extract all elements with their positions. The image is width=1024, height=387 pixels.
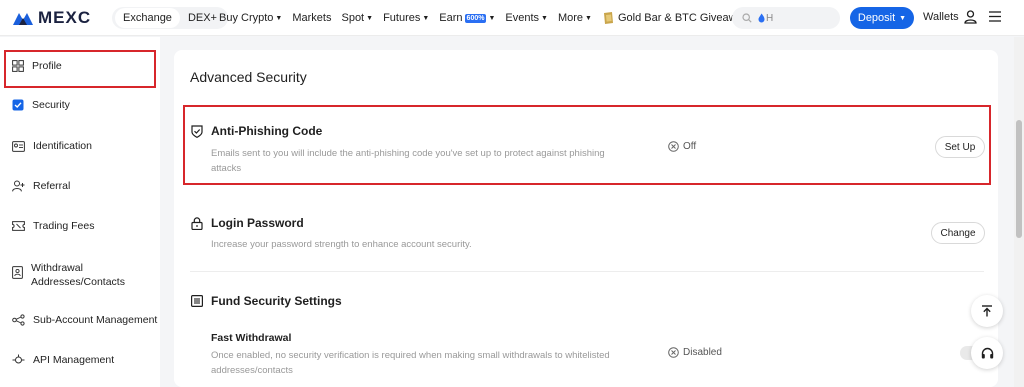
nav-label: More (557, 12, 584, 24)
nav-earn[interactable]: Earn 600% ▼ (439, 12, 495, 24)
caret-down-icon: ▼ (541, 14, 548, 22)
earn-badge: 600% (464, 13, 487, 23)
gold-bar-icon (603, 12, 613, 24)
change-password-button[interactable]: Change (931, 222, 985, 244)
market-segment-switch: Exchange DEX+ (112, 7, 228, 29)
nav-spot[interactable]: Spot ▼ (341, 12, 373, 24)
sidebar-item-label: API Management (33, 354, 115, 366)
back-to-top-button[interactable] (971, 295, 1003, 327)
anti-phishing-title: Anti-Phishing Code (191, 124, 322, 138)
segment-exchange[interactable]: Exchange (115, 8, 180, 28)
main-nav: Buy Crypto ▼ Markets Spot ▼ Futures ▼ Earn 6… (219, 11, 758, 25)
add-user-icon (12, 180, 25, 192)
address-book-icon (12, 266, 23, 279)
sidebar-item-trading-fees[interactable]: Trading Fees (12, 220, 94, 232)
nav-promo[interactable]: Gold Bar & BTC Giveaway (602, 11, 748, 25)
label-line-2: Addresses/Contacts (31, 276, 125, 288)
wallets-link[interactable]: Wallets (923, 11, 959, 23)
active-item-highlight (4, 50, 156, 88)
caret-down-icon: ▼ (899, 14, 907, 22)
fast-withdrawal-description: Once enabled, no security verification i… (211, 348, 631, 378)
close-circle-icon (668, 347, 679, 358)
section-title-text: Login Password (211, 216, 304, 230)
sub-account-icon (12, 314, 25, 326)
sidebar-item-label: Identification (33, 140, 92, 152)
nav-label: Events (505, 12, 540, 24)
section-title-text: Fund Security Settings (211, 294, 342, 308)
account-sidebar (0, 37, 160, 387)
arrow-up-icon (982, 305, 992, 317)
promo-label: Gold Bar & BTC Giveaway (617, 12, 749, 24)
search-icon (742, 13, 752, 23)
headset-icon (981, 347, 993, 358)
section-divider (190, 271, 984, 272)
deposit-label: Deposit (857, 12, 896, 24)
desc-line-2: addresses/contacts (211, 365, 293, 376)
flame-icon (758, 13, 765, 23)
ticket-icon (12, 221, 25, 231)
user-icon[interactable] (964, 10, 977, 24)
page-title: Advanced Security (190, 69, 307, 85)
page-scrollbar-thumb[interactable] (1016, 120, 1022, 238)
label-line-1: Withdrawal (31, 262, 83, 274)
nav-buy-crypto[interactable]: Buy Crypto ▼ (219, 12, 282, 24)
list-settings-icon (191, 295, 203, 307)
nav-more[interactable]: More ▼ (558, 12, 592, 24)
fast-withdrawal-title: Fast Withdrawal (211, 332, 292, 344)
caret-down-icon: ▼ (366, 14, 374, 22)
sidebar-item-security[interactable]: Security (12, 99, 70, 111)
mexc-logo-icon (13, 13, 33, 25)
sidebar-item-label: Security (32, 99, 70, 111)
caret-down-icon: ▼ (422, 14, 430, 22)
nav-markets[interactable]: Markets (292, 12, 331, 24)
fast-withdrawal-status: Disabled (668, 347, 722, 358)
login-password-description: Increase your password strength to enhan… (211, 239, 472, 250)
lock-icon (191, 216, 203, 230)
anti-phishing-description: Emails sent to you will include the anti… (211, 146, 631, 176)
id-card-icon (12, 140, 25, 152)
caret-down-icon: ▼ (585, 14, 592, 22)
nav-events[interactable]: Events ▼ (505, 12, 548, 24)
sidebar-item-identification[interactable]: Identification (12, 140, 92, 152)
top-navigation-bar: MEXC Exchange DEX+ Buy Crypto ▼ Markets S… (0, 0, 1024, 36)
sidebar-item-label: Referral (33, 180, 71, 192)
sidebar-item-referral[interactable]: Referral (12, 180, 70, 192)
sidebar-item-api-management[interactable]: API Management (12, 354, 114, 366)
support-chat-button[interactable] (971, 337, 1003, 369)
set-up-button[interactable]: Set Up (935, 136, 985, 158)
brand-name: MEXC (38, 8, 92, 27)
search-input[interactable]: H (732, 7, 840, 29)
nav-label: Earn (439, 12, 463, 24)
nav-futures[interactable]: Futures ▼ (383, 12, 429, 24)
nav-label: Spot (341, 12, 365, 24)
status-text: Disabled (683, 347, 722, 358)
fund-security-title: Fund Security Settings (191, 294, 342, 308)
login-password-title: Login Password (191, 216, 304, 230)
caret-down-icon: ▼ (488, 14, 496, 22)
desc-line-2: attacks (211, 163, 242, 174)
api-icon (12, 354, 25, 364)
shield-check-icon (12, 99, 24, 111)
close-circle-icon (668, 141, 679, 152)
sidebar-item-withdrawal-addresses[interactable]: Withdrawal Addresses/Contacts (12, 261, 125, 289)
mexc-logo[interactable]: MEXC (12, 8, 91, 28)
sidebar-item-label: Sub-Account Management (33, 314, 158, 326)
search-placeholder: H (766, 12, 774, 24)
sidebar-item-sub-account[interactable]: Sub-Account Management (12, 314, 157, 326)
nav-label: Buy Crypto (219, 12, 274, 24)
caret-down-icon: ▼ (275, 14, 283, 22)
status-text: Off (683, 141, 697, 152)
deposit-button[interactable]: Deposit ▼ (850, 7, 914, 29)
section-title-text: Anti-Phishing Code (211, 124, 323, 138)
nav-label: Futures (383, 12, 421, 24)
anti-phishing-status: Off (668, 141, 696, 152)
nav-label: Markets (292, 12, 332, 24)
desc-line-1: Once enabled, no security verification i… (211, 350, 610, 361)
shield-check-outline-icon (191, 124, 203, 138)
hamburger-menu-icon[interactable] (989, 11, 1001, 22)
desc-line-1: Emails sent to you will include the anti… (211, 148, 605, 159)
sidebar-item-label: Withdrawal Addresses/Contacts (31, 261, 125, 289)
sidebar-item-label: Trading Fees (33, 220, 95, 232)
